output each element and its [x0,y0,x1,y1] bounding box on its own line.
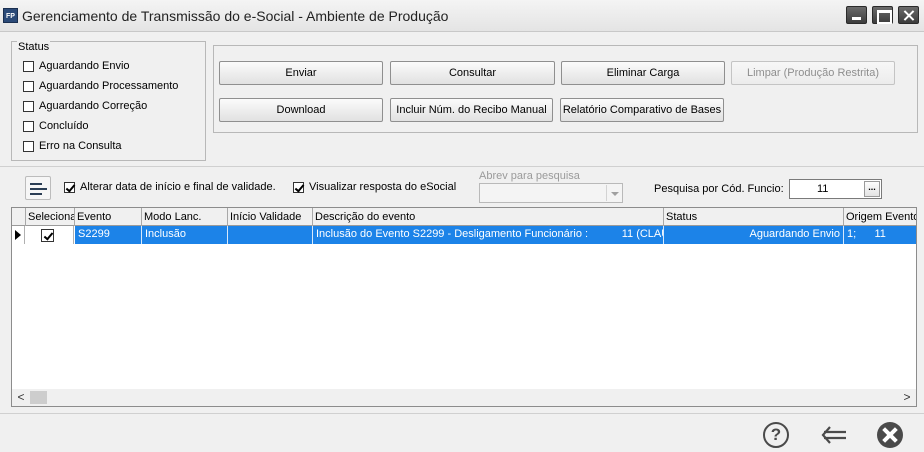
header-indicator [12,208,26,226]
checkbox-label: Concluído [39,120,89,132]
status-legend: Status [17,41,51,53]
cell-modo-lanc: Inclusão [142,226,228,244]
row-select-cell[interactable] [26,226,74,244]
cell-origem-evento: 1; 11 [844,226,916,244]
cell-inicio-validade [228,226,313,244]
checkbox[interactable] [23,140,34,152]
header-inicio-validade[interactable]: Início Validade [228,208,313,226]
scroll-right-icon[interactable]: > [899,389,915,406]
window-title: Gerenciamento de Transmissão do e-Social… [22,8,449,24]
title-bar: FP Gerenciamento de Transmissão do e-Soc… [0,0,924,32]
app-icon: FP [3,8,18,23]
footer: ? [0,413,924,452]
cod-funcio-value: 11 [817,183,829,195]
enviar-button[interactable]: Enviar [219,61,383,85]
horizontal-scrollbar[interactable]: < > [12,389,916,406]
status-aguardando-envio[interactable]: Aguardando Envio [23,59,130,73]
cell-status: Aguardando Envio [664,226,844,244]
status-erro-na-consulta[interactable]: Erro na Consulta [23,139,122,153]
minimize-button[interactable] [846,6,867,24]
checkbox[interactable] [23,120,34,132]
close-window-button[interactable] [898,6,919,24]
limpar-producao-restrita-button[interactable]: Limpar (Produção Restrita) [731,61,895,85]
cod-funcio-input[interactable]: 11 ... [789,179,882,199]
checkbox[interactable] [293,181,304,193]
back-arrow-icon[interactable] [820,422,846,448]
download-button[interactable]: Download [219,98,383,122]
search-label: Abrev para pesquisa [479,170,580,182]
option-label: Alterar data de início e final de valida… [80,181,276,193]
status-aguardando-processamento[interactable]: Aguardando Processamento [23,79,178,93]
chevron-down-icon[interactable] [606,185,621,201]
checkbox[interactable] [23,100,34,112]
table-row[interactable]: S2299 Inclusão Inclusão do Evento S2299 … [12,226,916,244]
filter-icon[interactable] [25,176,51,200]
row-checkbox[interactable] [41,229,54,242]
header-evento[interactable]: Evento [75,208,142,226]
cell-evento: S2299 [75,226,142,244]
option-label: Visualizar resposta do eSocial [309,181,457,193]
visualizar-resposta-option[interactable]: Visualizar resposta do eSocial [293,181,456,193]
alterar-data-option[interactable]: Alterar data de início e final de valida… [64,181,276,193]
exit-icon[interactable] [877,422,903,448]
checkbox-label: Aguardando Processamento [39,80,179,92]
consultar-button[interactable]: Consultar [390,61,555,85]
checkbox-label: Aguardando Correção [39,100,148,112]
events-grid: Seleciona Evento Modo Lanc. Início Valid… [11,207,917,407]
scroll-left-icon[interactable]: < [13,389,29,406]
header-descricao[interactable]: Descrição do evento [313,208,664,226]
cell-descricao: Inclusão do Evento S2299 - Desligamento … [313,226,664,244]
relatorio-comparativo-button[interactable]: Relatório Comparativo de Bases [560,98,724,122]
header-status[interactable]: Status [664,208,844,226]
separator [0,166,924,167]
row-indicator-icon [12,226,25,244]
checkbox-label: Erro na Consulta [39,140,122,152]
maximize-button[interactable] [872,6,893,24]
status-aguardando-correcao[interactable]: Aguardando Correção [23,99,147,113]
checkbox[interactable] [23,60,34,72]
incluir-recibo-manual-button[interactable]: Incluir Núm. do Recibo Manual [390,98,553,122]
status-concluido[interactable]: Concluído [23,119,89,133]
checkbox[interactable] [23,80,34,92]
header-origem-evento[interactable]: Origem Evento [844,208,916,226]
eliminar-carga-button[interactable]: Eliminar Carga [561,61,725,85]
cod-funcio-label: Pesquisa por Cód. Funcio: [654,183,784,195]
checkbox[interactable] [64,181,75,193]
header-seleciona[interactable]: Seleciona [26,208,75,226]
help-icon[interactable]: ? [763,422,789,448]
ellipsis-button[interactable]: ... [864,181,880,197]
search-combo[interactable] [479,183,623,203]
grid-header: Seleciona Evento Modo Lanc. Início Valid… [12,208,916,226]
checkbox-label: Aguardando Envio [39,60,130,72]
header-modo-lanc[interactable]: Modo Lanc. [142,208,228,226]
scroll-thumb[interactable] [30,391,47,404]
